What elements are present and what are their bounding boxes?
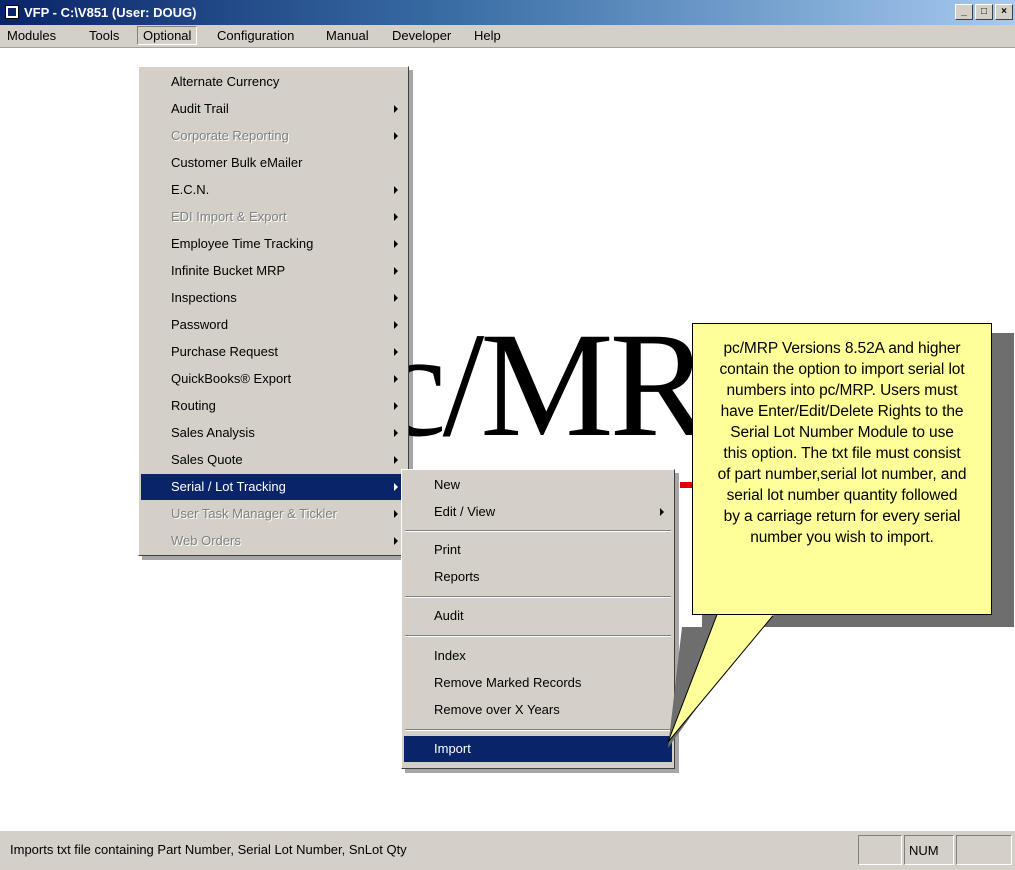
submenu-item-import[interactable]: Import: [404, 736, 672, 762]
submenu-arrow-icon: [394, 537, 398, 545]
menu-configuration[interactable]: Configuration: [212, 27, 299, 44]
maximize-button[interactable]: □: [975, 4, 993, 20]
callout-tooltip: pc/MRP Versions 8.52A and higher contain…: [692, 323, 992, 615]
status-bar: Imports txt file containing Part Number,…: [0, 830, 1015, 870]
menu-item-user-task-manager: User Task Manager & Tickler: [141, 501, 406, 527]
submenu-arrow-icon: [660, 508, 664, 516]
submenu-item-reports[interactable]: Reports: [404, 564, 672, 590]
callout-line: pc/MRP Versions 8.52A and higher: [723, 340, 961, 357]
menu-item-edi-import-export: EDI Import & Export: [141, 204, 406, 230]
submenu-item-edit-view[interactable]: Edit / View: [404, 499, 672, 525]
callout-line: this option. The txt file must consist: [723, 445, 961, 462]
menu-manual[interactable]: Manual: [321, 27, 374, 44]
submenu-arrow-icon: [394, 186, 398, 194]
menu-item-customer-bulk-emailer[interactable]: Customer Bulk eMailer: [141, 150, 406, 176]
menu-item-quickbooks-export[interactable]: QuickBooks® Export: [141, 366, 406, 392]
submenu-arrow-icon: [394, 240, 398, 248]
serial-lot-submenu: New Edit / View Print Reports Audit Inde…: [401, 469, 675, 769]
submenu-arrow-icon: [394, 105, 398, 113]
submenu-arrow-icon: [394, 348, 398, 356]
menu-item-audit-trail[interactable]: Audit Trail: [141, 96, 406, 122]
menu-item-infinite-bucket-mrp[interactable]: Infinite Bucket MRP: [141, 258, 406, 284]
callout-line: number you wish to import.: [750, 529, 934, 546]
menu-separator: [405, 530, 671, 532]
menu-item-ecn[interactable]: E.C.N.: [141, 177, 406, 203]
callout-line: serial lot number quantity followed: [726, 487, 958, 504]
menu-item-routing[interactable]: Routing: [141, 393, 406, 419]
submenu-item-index[interactable]: Index: [404, 643, 672, 669]
status-message: Imports txt file containing Part Number,…: [10, 842, 407, 857]
callout-line: have Enter/Edit/Delete Rights to the: [720, 403, 964, 420]
submenu-arrow-icon: [394, 375, 398, 383]
submenu-arrow-icon: [394, 321, 398, 329]
menu-item-serial-lot-tracking[interactable]: Serial / Lot Tracking: [141, 474, 406, 500]
menu-separator: [405, 729, 671, 731]
submenu-arrow-icon: [394, 429, 398, 437]
optional-menu: Alternate Currency Audit Trail Corporate…: [138, 66, 409, 556]
submenu-arrow-icon: [394, 132, 398, 140]
status-panel-empty: [858, 835, 902, 865]
callout-line: Serial Lot Number Module to use: [730, 424, 954, 441]
callout-line: contain the option to import serial lot: [719, 361, 965, 378]
menu-developer[interactable]: Developer: [387, 27, 456, 44]
menu-tools[interactable]: Tools: [84, 27, 124, 44]
submenu-item-remove-over-years[interactable]: Remove over X Years: [404, 697, 672, 723]
window-controls: _ □ ×: [955, 4, 1015, 20]
menu-item-password[interactable]: Password: [141, 312, 406, 338]
menu-item-purchase-request[interactable]: Purchase Request: [141, 339, 406, 365]
submenu-arrow-icon: [394, 294, 398, 302]
submenu-arrow-icon: [394, 510, 398, 518]
menu-item-alternate-currency[interactable]: Alternate Currency: [141, 69, 406, 95]
callout-line: of part number,serial lot number, and: [717, 466, 967, 483]
menu-item-corporate-reporting: Corporate Reporting: [141, 123, 406, 149]
submenu-arrow-icon: [394, 456, 398, 464]
menu-modules[interactable]: Modules: [2, 27, 61, 44]
menu-item-sales-quote[interactable]: Sales Quote: [141, 447, 406, 473]
submenu-item-new[interactable]: New: [404, 472, 672, 498]
window-title: VFP - C:\V851 (User: DOUG): [24, 5, 197, 20]
menu-help[interactable]: Help: [469, 27, 506, 44]
submenu-arrow-icon: [394, 213, 398, 221]
status-panel-num: NUM: [904, 835, 954, 865]
menu-separator: [405, 596, 671, 598]
minimize-button[interactable]: _: [955, 4, 973, 20]
menu-item-sales-analysis[interactable]: Sales Analysis: [141, 420, 406, 446]
close-button[interactable]: ×: [995, 4, 1013, 20]
submenu-item-print[interactable]: Print: [404, 537, 672, 563]
status-panel-extra: [956, 835, 1012, 865]
callout-line: by a carriage return for every serial: [723, 508, 961, 525]
menu-separator: [405, 635, 671, 637]
menu-optional[interactable]: Optional: [137, 26, 198, 45]
submenu-item-remove-marked[interactable]: Remove Marked Records: [404, 670, 672, 696]
submenu-arrow-icon: [394, 483, 398, 491]
menu-bar: Modules Tools Optional Configuration Man…: [0, 25, 1015, 48]
callout-line: numbers into pc/MRP. Users must: [726, 382, 958, 399]
submenu-arrow-icon: [394, 402, 398, 410]
menu-item-web-orders: Web Orders: [141, 528, 406, 554]
menu-item-inspections[interactable]: Inspections: [141, 285, 406, 311]
menu-item-employee-time-tracking[interactable]: Employee Time Tracking: [141, 231, 406, 257]
title-bar: VFP - C:\V851 (User: DOUG) _ □ ×: [0, 0, 1015, 25]
submenu-arrow-icon: [394, 267, 398, 275]
app-icon[interactable]: [5, 5, 19, 19]
submenu-item-audit[interactable]: Audit: [404, 603, 672, 629]
